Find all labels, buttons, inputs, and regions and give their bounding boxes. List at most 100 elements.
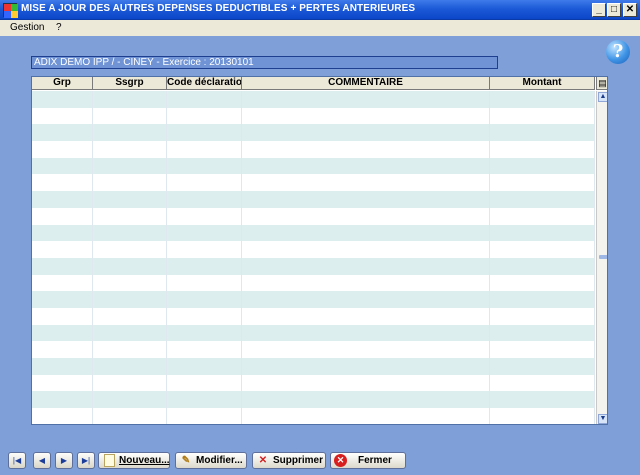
edit-button[interactable]: ✎ Modifier... [175, 452, 247, 469]
scroll-up-button[interactable]: ▲ [598, 92, 607, 102]
table-cell [93, 391, 167, 409]
table-cell [490, 307, 595, 325]
table-cell [32, 274, 93, 292]
table-row[interactable] [32, 157, 595, 175]
table-cell [242, 157, 490, 175]
table-cell [242, 91, 490, 108]
table-cell [242, 124, 490, 142]
table-row[interactable] [32, 391, 595, 409]
table-cell [242, 257, 490, 275]
table-cell [167, 107, 242, 125]
menu-help[interactable]: ? [56, 22, 62, 33]
last-record-button[interactable]: ▶| [77, 452, 95, 469]
table-cell [490, 391, 595, 409]
table-cell [32, 174, 93, 192]
help-icon[interactable]: ? [606, 40, 630, 64]
table-row[interactable] [32, 207, 595, 225]
close-button[interactable]: ✕ Fermer [330, 452, 406, 469]
table-row[interactable] [32, 324, 595, 342]
table-cell [32, 324, 93, 342]
table-row[interactable] [32, 408, 595, 424]
table-cell [242, 391, 490, 409]
minimize-button[interactable]: _ [592, 3, 606, 17]
table-cell [242, 324, 490, 342]
table-cell [93, 107, 167, 125]
table-cell [93, 224, 167, 242]
table-row[interactable] [32, 224, 595, 242]
table-row[interactable] [32, 307, 595, 325]
table-row[interactable] [32, 257, 595, 275]
table-cell [32, 107, 93, 125]
table-cell [93, 291, 167, 308]
table-cell [242, 274, 490, 292]
table-cell [32, 191, 93, 208]
stop-icon: ✕ [334, 454, 347, 467]
previous-record-button[interactable]: ◀ [33, 452, 51, 469]
table-row[interactable] [32, 358, 595, 375]
table-cell [93, 91, 167, 108]
close-window-button[interactable]: ✕ [623, 3, 637, 17]
table-row[interactable] [32, 241, 595, 258]
vertical-scrollbar[interactable]: ▲ ▼ [596, 91, 607, 424]
table-cell [167, 91, 242, 108]
column-chooser-icon[interactable]: ▤ [596, 77, 607, 90]
table-row[interactable] [32, 91, 595, 108]
first-record-button[interactable]: |◀ [8, 452, 26, 469]
table-cell [242, 307, 490, 325]
bottom-toolbar: |◀ ◀ ▶ ▶| Nouveau... ✎ Modifier... ✕ Sup… [0, 447, 640, 475]
table-cell [32, 307, 93, 325]
table-row[interactable] [32, 374, 595, 392]
document-icon [104, 454, 115, 467]
table-row[interactable] [32, 174, 595, 192]
table-cell [32, 207, 93, 225]
delete-x-icon: ✕ [258, 455, 268, 466]
column-header-montant[interactable]: Montant [490, 77, 595, 89]
table-cell [490, 107, 595, 125]
table-row[interactable] [32, 191, 595, 208]
table-cell [490, 358, 595, 375]
table-cell [93, 124, 167, 142]
table-row[interactable] [32, 124, 595, 142]
next-record-button[interactable]: ▶ [55, 452, 73, 469]
window-title: MISE A JOUR DES AUTRES DEPENSES DEDUCTIB… [21, 3, 416, 14]
table-cell [93, 274, 167, 292]
table-cell [32, 124, 93, 142]
table-cell [93, 257, 167, 275]
table-cell [490, 257, 595, 275]
column-header-code-declaration[interactable]: Code déclaration [167, 77, 242, 89]
table-row[interactable] [32, 341, 595, 358]
table-cell [32, 341, 93, 358]
table-cell [242, 374, 490, 392]
table-cell [242, 291, 490, 308]
table-row[interactable] [32, 274, 595, 292]
column-header-grp[interactable]: Grp [32, 77, 93, 89]
table-cell [93, 191, 167, 208]
table-cell [490, 341, 595, 358]
table-cell [93, 157, 167, 175]
column-header-commentaire[interactable]: COMMENTAIRE [242, 77, 490, 89]
table-cell [490, 274, 595, 292]
table-row[interactable] [32, 141, 595, 158]
table-cell [32, 358, 93, 375]
new-button[interactable]: Nouveau... [98, 452, 170, 469]
column-header-ssgrp[interactable]: Ssgrp [93, 77, 167, 89]
table-cell [32, 391, 93, 409]
table-cell [242, 358, 490, 375]
delete-button[interactable]: ✕ Supprimer [252, 452, 326, 469]
table-cell [490, 324, 595, 342]
table-row[interactable] [32, 291, 595, 308]
table-cell [167, 324, 242, 342]
menu-gestion[interactable]: Gestion [10, 22, 44, 33]
table-row[interactable] [32, 107, 595, 125]
scroll-down-button[interactable]: ▼ [598, 414, 607, 424]
table-cell [93, 241, 167, 258]
edit-button-label: Modifier... [196, 455, 243, 466]
app-icon [3, 3, 18, 18]
grid-header: Grp Ssgrp Code déclaration COMMENTAIRE M… [32, 77, 595, 90]
maximize-button[interactable]: □ [607, 3, 621, 17]
table-cell [242, 191, 490, 208]
table-cell [490, 141, 595, 158]
scroll-thumb[interactable] [599, 255, 607, 259]
table-cell [490, 91, 595, 108]
delete-button-label: Supprimer [273, 455, 324, 466]
